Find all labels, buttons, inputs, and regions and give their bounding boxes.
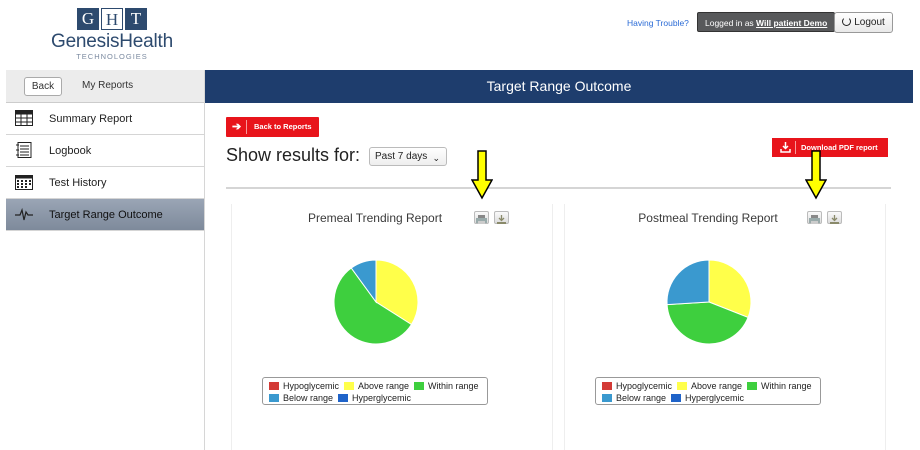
download-icon [780, 142, 791, 153]
notebook-icon [16, 142, 32, 158]
annotation-arrow-icon [805, 150, 827, 200]
back-to-reports-button[interactable]: ➔ Back to Reports [226, 117, 319, 137]
table-icon [15, 110, 33, 126]
sidebar-item-logbook[interactable]: Logbook [6, 135, 204, 167]
annotation-arrow-icon [471, 150, 493, 200]
legend-swatch [602, 382, 612, 390]
legend-swatch [414, 382, 424, 390]
legend-swatch [344, 382, 354, 390]
download-pdf-button[interactable]: Download PDF report [772, 138, 888, 157]
print-icon[interactable] [474, 211, 489, 224]
postmeal-chart-panel: Postmeal Trending Report Hypoglycemic Ab… [564, 204, 886, 450]
logout-label: Logout [854, 17, 885, 28]
power-icon [842, 17, 852, 26]
legend-item-hyperglycemic[interactable]: Hyperglycemic [338, 393, 411, 403]
legend-swatch [269, 394, 279, 402]
sidebar-item-label: Target Range Outcome [49, 209, 163, 221]
logo-letter: H [101, 8, 123, 30]
arrow-left-icon: ➔ [232, 121, 242, 133]
legend-item-above-range[interactable]: Above range [344, 381, 409, 391]
postmeal-pie-chart [666, 259, 752, 345]
legend-swatch [671, 394, 681, 402]
legend-item-hypoglycemic[interactable]: Hypoglycemic [269, 381, 339, 391]
back-to-reports-label: Back to Reports [254, 122, 312, 131]
legend-label: Hyperglycemic [685, 393, 745, 403]
logo-letter: G [77, 8, 99, 30]
legend-item-below-range[interactable]: Below range [602, 393, 666, 403]
legend-label: Within range [761, 381, 812, 391]
legend-item-below-range[interactable]: Below range [269, 393, 333, 403]
logged-in-prefix: Logged in as [705, 18, 757, 28]
legend-label: Below range [283, 393, 334, 403]
button-divider [795, 141, 796, 154]
sidebar-header: Back My Reports [6, 70, 204, 103]
legend-swatch [602, 394, 612, 402]
calendar-icon [15, 175, 33, 190]
period-value: Past 7 days [375, 151, 428, 162]
genesis-health-logo: G H T GenesisHealth TECHNOLOGIES [42, 8, 182, 61]
chevron-down-icon: ⌄ [432, 153, 440, 163]
sidebar-item-target-range-outcome[interactable]: Target Range Outcome [6, 199, 204, 231]
period-select[interactable]: Past 7 days ⌄ [369, 147, 447, 166]
logo-mark: G H T [42, 8, 182, 30]
legend-item-hyperglycemic[interactable]: Hyperglycemic [671, 393, 744, 403]
divider [226, 187, 891, 189]
my-reports-label: My Reports [82, 80, 134, 91]
sidebar-item-summary-report[interactable]: Summary Report [6, 103, 204, 135]
legend-label: Above range [358, 381, 410, 391]
logo-name: GenesisHealth [50, 31, 174, 52]
legend-swatch [677, 382, 687, 390]
page-title: Target Range Outcome [205, 70, 913, 103]
legend-item-hypoglycemic[interactable]: Hypoglycemic [602, 381, 672, 391]
legend-swatch [338, 394, 348, 402]
legend-swatch [269, 382, 279, 390]
legend-label: Below range [616, 393, 667, 403]
pulse-icon [15, 207, 33, 221]
legend-label: Hyperglycemic [352, 393, 412, 403]
export-icon[interactable] [494, 211, 509, 224]
button-divider [246, 120, 247, 134]
sidebar-item-label: Summary Report [49, 113, 133, 125]
logo-letter: T [125, 8, 147, 30]
show-results-label: Show results for: [226, 145, 361, 165]
print-icon[interactable] [807, 211, 822, 224]
chart-legend: Hypoglycemic Above range Within range Be… [262, 377, 488, 405]
logout-button[interactable]: Logout [834, 12, 893, 33]
sidebar-item-test-history[interactable]: Test History [6, 167, 204, 199]
legend-label: Hypoglycemic [616, 381, 673, 391]
legend-label: Within range [428, 381, 479, 391]
user-name-link[interactable]: Will patient Demo [756, 18, 827, 28]
legend-label: Above range [691, 381, 743, 391]
back-button[interactable]: Back [24, 77, 62, 96]
export-icon[interactable] [827, 211, 842, 224]
legend-item-within-range[interactable]: Within range [747, 381, 812, 391]
legend-swatch [747, 382, 757, 390]
legend-item-within-range[interactable]: Within range [414, 381, 479, 391]
legend-label: Hypoglycemic [283, 381, 340, 391]
having-trouble-link[interactable]: Having Trouble? [627, 18, 689, 28]
pie-slice-below-range[interactable] [666, 259, 710, 306]
premeal-pie-chart [333, 259, 419, 345]
chart-legend: Hypoglycemic Above range Within range Be… [595, 377, 821, 405]
logged-in-badge: Logged in as Will patient Demo [697, 12, 836, 32]
premeal-chart-panel: Premeal Trending Report Hypoglycemic Abo… [231, 204, 553, 450]
sidebar-item-label: Logbook [49, 145, 92, 157]
legend-item-above-range[interactable]: Above range [677, 381, 742, 391]
sidebar: Back My Reports Summary Report Logbook T… [6, 70, 205, 450]
sidebar-item-label: Test History [49, 177, 107, 189]
logo-subtitle: TECHNOLOGIES [76, 52, 148, 61]
